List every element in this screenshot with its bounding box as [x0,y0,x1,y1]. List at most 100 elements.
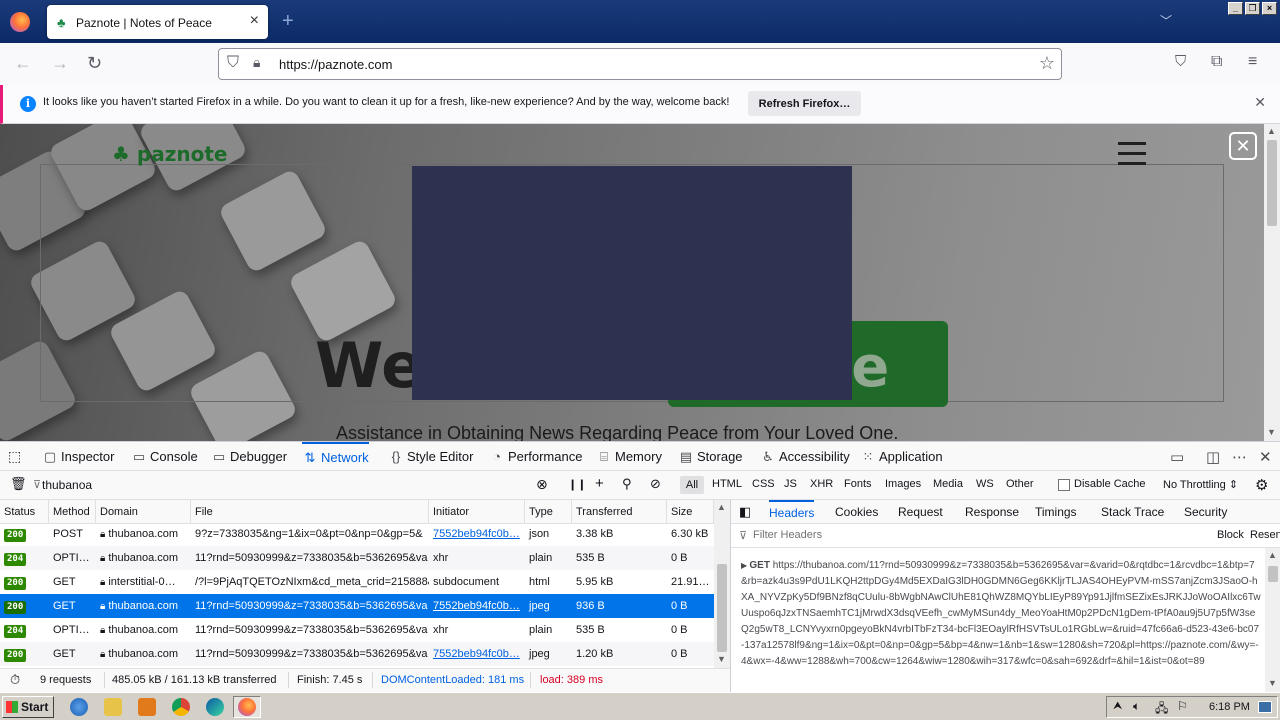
initiator-link[interactable]: 7552beb94fc0b… [433,600,520,612]
type-filter-other[interactable]: Other [1006,478,1034,490]
type-filter-html[interactable]: HTML [712,478,742,490]
table-row[interactable]: 204 OPTI… 🔒︎ thubanoa.com 11?rnd=50930999&z=… [0,618,714,642]
type-filter-fonts[interactable]: Fonts [844,478,872,490]
tab-console[interactable]: ▭ Console [131,442,198,472]
close-tab-icon[interactable]: × [250,12,259,30]
table-row[interactable]: 204 OPTI… 🔒︎ thubanoa.com 11?rnd=50930999&z=… [0,546,714,570]
block-icon[interactable]: ⊘ [650,476,661,492]
details-tab-cookies[interactable]: Cookies [835,500,878,524]
search-icon[interactable]: ⚲ [622,476,632,492]
list-all-tabs-icon[interactable]: ﹀ [1160,12,1172,29]
more-options-icon[interactable]: ⋯ [1232,448,1247,466]
tracking-protection-icon[interactable]: ⛉ [227,54,239,72]
minimize-button[interactable]: _ [1228,2,1243,15]
menu-icon[interactable]: ≡ [1248,53,1257,71]
table-scrollbar-thumb[interactable] [717,564,727,652]
details-scrollbar-thumb[interactable] [1268,566,1278,582]
table-row[interactable]: 200 GET 🔒︎ thubanoa.com 11?rnd=50930999&z=73… [0,594,714,618]
url-text[interactable]: https://paznote.com [279,57,392,72]
tab-debugger[interactable]: ▭ Debugger [211,442,287,472]
type-filter-all[interactable]: All [680,476,704,494]
new-tab-icon[interactable]: + [282,10,294,33]
action-center-flag-icon[interactable]: ⚐ [1177,699,1188,713]
pocket-icon[interactable]: ⛉ [1175,53,1186,70]
lock-icon[interactable]: 🔒︎ [253,54,260,71]
stopwatch-icon[interactable]: ⏱ [10,672,20,688]
tab-memory[interactable]: ⌸ Memory [596,442,662,472]
hamburger-menu-icon[interactable] [1118,142,1146,166]
responsive-design-icon[interactable]: ▭ [1170,448,1184,466]
browser-tab[interactable]: ♣ Paznote | Notes of Peace × [47,5,268,39]
details-tab-security[interactable]: Security [1184,500,1227,524]
chrome-icon[interactable] [172,698,190,716]
details-tab-response[interactable]: Response [965,500,1019,524]
edge-icon[interactable] [206,698,224,716]
type-filter-css[interactable]: CSS [752,478,775,490]
details-tab-request[interactable]: Request [898,500,943,524]
start-button[interactable]: Start [2,696,54,718]
scroll-up-icon[interactable]: ▲ [717,502,726,512]
page-scrollbar-thumb[interactable] [1267,140,1277,226]
add-icon[interactable]: + [595,475,604,492]
details-scrollbar[interactable]: ▲ ▼ [1265,548,1280,692]
close-modal-icon[interactable]: ✕ [1229,132,1257,160]
bookmark-star-icon[interactable]: ☆ [1039,53,1055,74]
details-tab-headers[interactable]: Headers [769,500,815,524]
tab-network[interactable]: ⇅ Network [302,442,369,472]
type-filter-images[interactable]: Images [885,478,921,490]
dock-options-icon[interactable]: ◫ [1206,448,1220,466]
scroll-up-icon[interactable]: ▲ [1268,550,1277,560]
table-row[interactable]: 200 GET 🔒︎ interstitial-0… /?l=9PjAqTQETOzNI… [0,570,714,594]
clear-filter-icon[interactable]: ⊗ [536,476,548,493]
tab-inspector[interactable]: ▢ Inspector [42,442,115,472]
scroll-down-icon[interactable]: ▼ [1267,427,1276,437]
firefox-logo-icon[interactable] [10,12,30,32]
forward-icon[interactable]: → [51,53,69,74]
column-header-status[interactable]: Status [0,500,49,524]
show-hidden-icons-icon[interactable]: ⮝ [1113,700,1122,713]
type-filter-js[interactable]: JS [784,478,797,490]
tab-style-editor[interactable]: {} Style Editor [388,442,474,472]
tab-accessibility[interactable]: ♿ Accessibility [760,442,850,472]
type-filter-xhr[interactable]: XHR [810,478,833,490]
pause-icon[interactable]: ❙❙ [568,478,586,491]
type-filter-ws[interactable]: WS [976,478,994,490]
close-notification-icon[interactable]: ✕ [1254,94,1266,111]
column-header-method[interactable]: Method [49,500,96,524]
volume-icon[interactable]: 🔈︎ [1133,699,1140,714]
element-picker-icon[interactable]: ⬚ [8,442,21,472]
type-filter-media[interactable]: Media [933,478,963,490]
table-row[interactable]: 200 GET 🔒︎ thubanoa.com 11?rnd=50930999&z=73… [0,642,714,666]
page-scrollbar[interactable]: ▲ ▼ [1264,124,1280,441]
clear-requests-icon[interactable]: 🗑︎ [10,476,27,492]
file-explorer-icon[interactable] [104,698,122,716]
maximize-button[interactable]: ❐ [1245,2,1260,15]
scroll-up-icon[interactable]: ▲ [1267,126,1276,136]
tab-storage[interactable]: ▤ Storage [678,442,743,472]
network-tray-icon[interactable]: 🖧 [1155,699,1168,720]
ad-overlay-panel[interactable] [412,166,852,400]
scroll-down-icon[interactable]: ▼ [717,654,726,664]
media-player-icon[interactable] [138,698,156,716]
throttling-select[interactable]: No Throttling ⇕ [1163,478,1238,491]
table-row[interactable]: 200 POST 🔒︎ thubanoa.com 9?z=7338035&ng=1&ix… [0,522,714,546]
column-header-transferred[interactable]: Transferred [572,500,667,524]
resend-button[interactable]: Resend [1250,529,1280,541]
url-bar[interactable]: ⛉ 🔒︎ https://paznote.com ☆ [218,48,1062,80]
disable-cache-checkbox[interactable] [1058,479,1070,491]
refresh-firefox-button[interactable]: Refresh Firefox… [748,91,861,116]
scroll-down-icon[interactable]: ▼ [1268,678,1277,688]
table-scrollbar[interactable]: ▲ ▼ [714,500,730,668]
column-header-domain[interactable]: Domain [96,500,191,524]
column-header-type[interactable]: Type [525,500,572,524]
block-button[interactable]: Block [1217,529,1244,541]
settings-gear-icon[interactable]: ⚙ [1255,476,1268,494]
filter-headers-input[interactable]: Filter Headers [753,529,822,541]
close-devtools-icon[interactable]: ✕ [1259,448,1272,466]
back-icon[interactable]: ← [14,53,32,74]
details-tab-stack-trace[interactable]: Stack Trace [1101,500,1164,524]
column-header-file[interactable]: File [191,500,429,524]
tab-application[interactable]: ⁙ Application [860,442,943,472]
request-url[interactable]: https://thubanoa.com/11?rnd=50930999&z=7… [741,560,1261,667]
column-header-initiator[interactable]: Initiator [429,500,525,524]
